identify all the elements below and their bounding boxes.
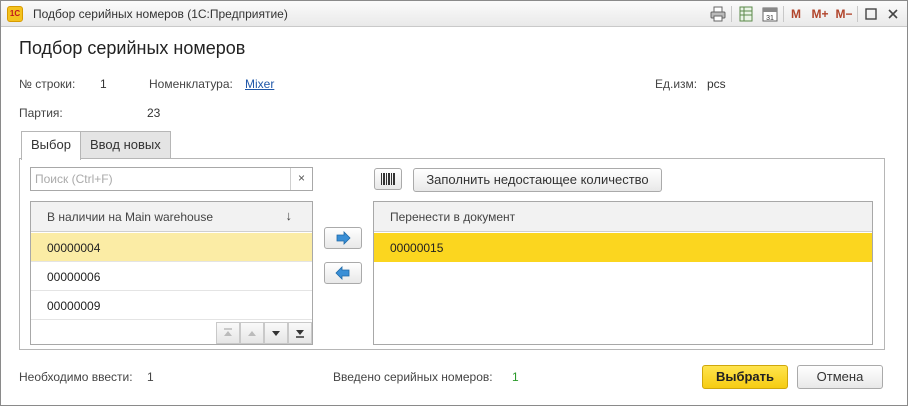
barcode-scan-button[interactable] bbox=[374, 168, 402, 190]
barcode-icon bbox=[381, 173, 395, 185]
available-serials-table: В наличии на Main warehouse ↓ 00000004 0… bbox=[30, 201, 313, 345]
tab-enter-new[interactable]: Ввод новых bbox=[80, 131, 171, 159]
memory-minus-button[interactable]: M− bbox=[834, 5, 854, 23]
unit-value: pcs bbox=[707, 77, 726, 91]
line-number-value: 1 bbox=[100, 77, 107, 91]
calendar-icon[interactable]: 31 bbox=[761, 5, 779, 23]
window-title: Подбор серийных номеров (1С:Предприятие) bbox=[33, 7, 288, 21]
table-row[interactable]: 00000006 bbox=[31, 262, 312, 291]
serial-number: 00000004 bbox=[47, 241, 101, 255]
clear-search-icon[interactable]: × bbox=[290, 168, 312, 190]
svg-text:31: 31 bbox=[766, 15, 774, 22]
tab-select[interactable]: Выбор bbox=[21, 131, 81, 160]
serial-number: 00000009 bbox=[47, 299, 101, 313]
item-link[interactable]: Mixer bbox=[245, 77, 274, 91]
serial-number: 00000015 bbox=[390, 241, 444, 255]
search-input[interactable] bbox=[31, 168, 291, 190]
select-button[interactable]: Выбрать bbox=[702, 365, 788, 389]
table-row[interactable]: 00000004 bbox=[31, 233, 312, 262]
required-value: 1 bbox=[147, 370, 154, 384]
move-left-button[interactable] bbox=[324, 262, 362, 284]
required-label: Необходимо ввести: bbox=[19, 370, 133, 384]
column-header: Перенести в документ bbox=[390, 210, 516, 224]
table-row[interactable]: 00000015 bbox=[374, 233, 872, 262]
table-header[interactable]: В наличии на Main warehouse ↓ bbox=[31, 202, 312, 232]
batch-label: Партия: bbox=[19, 106, 63, 120]
title-bar: 1С Подбор серийных номеров (1С:Предприят… bbox=[1, 1, 907, 27]
table-row[interactable]: 00000009 bbox=[31, 291, 312, 320]
arrow-left-icon bbox=[335, 266, 350, 280]
serial-number: 00000006 bbox=[47, 270, 101, 284]
unit-label: Ед.изм: bbox=[655, 77, 698, 91]
app-logo-icon: 1С bbox=[7, 6, 23, 22]
scroll-bottom-icon[interactable] bbox=[288, 322, 312, 344]
item-label: Номенклатура: bbox=[149, 77, 233, 91]
scroll-down-icon[interactable] bbox=[264, 322, 288, 344]
column-header: В наличии на Main warehouse bbox=[47, 210, 214, 224]
entered-label: Введено серийных номеров: bbox=[333, 370, 493, 384]
separator bbox=[783, 6, 784, 22]
separator bbox=[857, 6, 858, 22]
arrow-right-icon bbox=[336, 231, 351, 245]
maximize-icon[interactable] bbox=[863, 5, 879, 23]
table-icon[interactable] bbox=[737, 5, 755, 23]
batch-value: 23 bbox=[147, 106, 161, 120]
cancel-button[interactable]: Отмена bbox=[797, 365, 883, 389]
separator bbox=[731, 6, 732, 22]
form-title: Подбор серийных номеров bbox=[19, 38, 246, 58]
dialog-window: 1С Подбор серийных номеров (1С:Предприят… bbox=[0, 0, 908, 406]
close-icon[interactable] bbox=[885, 5, 901, 23]
memory-button[interactable]: M bbox=[789, 5, 803, 23]
document-serials-table: Перенести в документ 00000015 bbox=[373, 201, 873, 345]
fill-missing-quantity-button[interactable]: Заполнить недостающее количество bbox=[413, 168, 662, 192]
entered-value: 1 bbox=[512, 370, 519, 384]
print-icon[interactable] bbox=[709, 5, 727, 23]
scroll-top-icon[interactable] bbox=[216, 322, 240, 344]
line-number-label: № строки: bbox=[19, 77, 76, 91]
search-box: × bbox=[30, 167, 313, 191]
scroll-up-icon[interactable] bbox=[240, 322, 264, 344]
table-header[interactable]: Перенести в документ bbox=[374, 202, 872, 232]
move-right-button[interactable] bbox=[324, 227, 362, 249]
memory-plus-button[interactable]: M+ bbox=[809, 5, 831, 23]
sort-descending-icon[interactable]: ↓ bbox=[286, 208, 293, 223]
